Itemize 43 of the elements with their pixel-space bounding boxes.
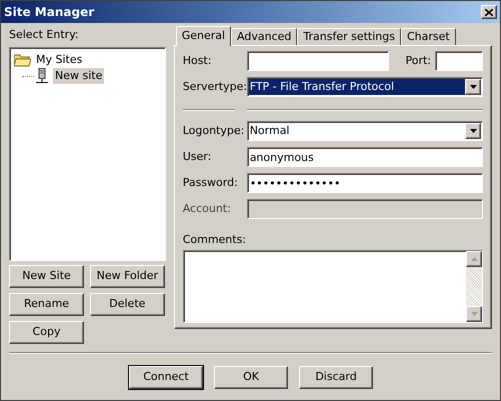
down-arrow-icon: [470, 312, 478, 316]
window-title: Site Manager: [4, 4, 94, 21]
comments-field[interactable]: [182, 250, 483, 323]
server-icon: [34, 68, 50, 84]
scroll-up-button[interactable]: [466, 251, 482, 267]
host-field[interactable]: [246, 51, 389, 71]
dialog-button[interactable]: Delete: [90, 293, 165, 316]
caret-icon: [470, 85, 476, 89]
tab[interactable]: Charset: [400, 28, 456, 45]
tab[interactable]: Transfer settings: [297, 28, 401, 45]
comments-label: Comments:: [182, 233, 248, 247]
dropdown-button[interactable]: [465, 123, 481, 139]
field-label: Account:: [182, 200, 232, 217]
caret-icon: [470, 129, 476, 133]
tab[interactable]: Advanced: [231, 28, 298, 45]
field-label: User:: [182, 148, 212, 165]
tree-item[interactable]: My Sites: [34, 52, 84, 68]
scroll-down-button[interactable]: [466, 306, 482, 322]
close-icon: [485, 8, 493, 16]
field-label: Logontype:: [182, 122, 246, 139]
folder-icon: [14, 54, 31, 66]
tree-item[interactable]: New site: [53, 68, 104, 84]
dialog-button[interactable]: Discard: [299, 366, 373, 389]
dialog-button[interactable]: OK: [214, 366, 288, 389]
dialog-button[interactable]: Copy: [9, 321, 84, 344]
field-label: Password:: [182, 174, 239, 191]
dialog-button[interactable]: Connect: [129, 366, 203, 389]
close-button[interactable]: [481, 5, 497, 19]
input-field[interactable]: anonymous: [246, 147, 483, 167]
up-arrow-icon: [470, 257, 478, 261]
input-field[interactable]: ••••••••••••••: [246, 173, 483, 193]
host-label: Host:: [182, 52, 212, 69]
dropdown-button[interactable]: [465, 79, 481, 95]
logontype-dropdown[interactable]: Normal: [246, 121, 483, 141]
dialog-button[interactable]: New Folder: [90, 265, 165, 288]
select-entry-label: Select Entry:: [9, 27, 80, 43]
servertype-label: Servertype:: [182, 78, 247, 95]
port-label: Port:: [405, 52, 431, 69]
dialog-button[interactable]: New Site: [9, 265, 84, 288]
dialog-button[interactable]: Rename: [9, 293, 84, 316]
servertype-dropdown[interactable]: FTP - File Transfer Protocol: [246, 77, 483, 97]
tab[interactable]: General: [176, 26, 232, 46]
port-field[interactable]: [435, 51, 483, 71]
